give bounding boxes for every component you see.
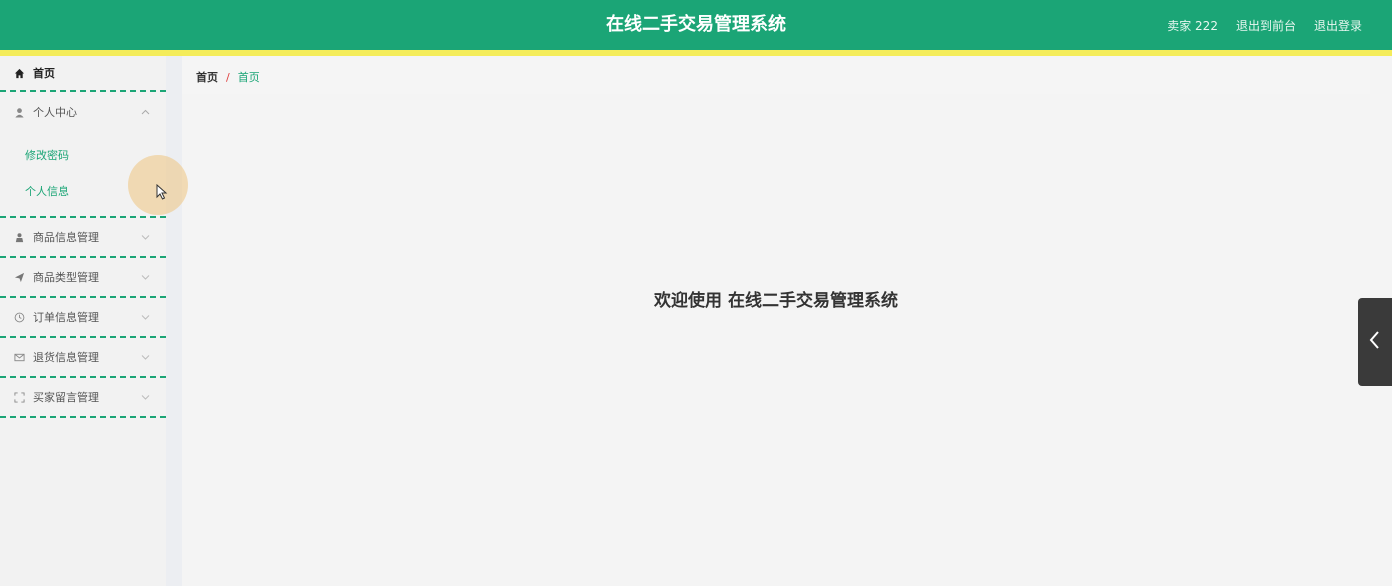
person-icon xyxy=(13,231,25,243)
sidebar-item-goods[interactable]: 商品信息管理 xyxy=(0,218,166,258)
welcome-message: 欢迎使用 在线二手交易管理系统 xyxy=(654,291,898,311)
sidebar: 首页 个人中心 修改密码 个人信息 商品信息管理 商品类型管理 订单信息管理 退… xyxy=(0,56,166,586)
breadcrumb-current: 首页 xyxy=(237,71,260,84)
sidebar-item-label: 退货信息管理 xyxy=(33,351,99,364)
clock-icon xyxy=(13,311,25,323)
logout-link[interactable]: 退出登录 xyxy=(1314,17,1362,34)
current-user: 卖家 222 xyxy=(1167,18,1218,33)
sidebar-item-label: 首页 xyxy=(33,67,55,80)
user-icon xyxy=(13,106,25,118)
chevron-up-icon xyxy=(140,107,150,117)
chevron-left-icon xyxy=(1369,330,1381,354)
chevron-down-icon xyxy=(140,312,150,322)
sidebar-item-orders[interactable]: 订单信息管理 xyxy=(0,298,166,338)
mail-icon xyxy=(13,351,25,363)
sidebar-item-label: 个人中心 xyxy=(33,106,77,119)
mouse-cursor-icon xyxy=(156,183,168,200)
sidebar-item-returns[interactable]: 退货信息管理 xyxy=(0,338,166,378)
sidebar-divider xyxy=(166,56,182,586)
header-actions: 卖家 222 退出到前台 退出登录 xyxy=(1167,0,1362,50)
sidebar-item-messages[interactable]: 买家留言管理 xyxy=(0,378,166,418)
sidebar-item-goods-type[interactable]: 商品类型管理 xyxy=(0,258,166,298)
sidebar-item-label: 商品信息管理 xyxy=(33,231,99,244)
sidebar-item-label: 商品类型管理 xyxy=(33,271,99,284)
header-stripe xyxy=(0,50,1392,56)
home-icon xyxy=(13,67,25,79)
chevron-down-icon xyxy=(140,232,150,242)
send-icon xyxy=(13,271,25,283)
sidebar-item-label: 订单信息管理 xyxy=(33,311,99,324)
main-content: 欢迎使用 在线二手交易管理系统 xyxy=(182,100,1370,586)
collapse-panel-button[interactable] xyxy=(1358,298,1392,386)
front-site-link[interactable]: 退出到前台 xyxy=(1236,17,1296,34)
sidebar-item-personal-center[interactable]: 个人中心 xyxy=(0,92,166,132)
sidebar-item-home[interactable]: 首页 xyxy=(0,56,166,92)
breadcrumb: 首页 / 首页 xyxy=(182,60,1370,94)
expand-icon xyxy=(13,391,25,403)
breadcrumb-home[interactable]: 首页 xyxy=(196,69,218,85)
chevron-down-icon xyxy=(140,392,150,402)
breadcrumb-separator: / xyxy=(226,70,230,84)
sidebar-item-label: 买家留言管理 xyxy=(33,391,99,404)
chevron-down-icon xyxy=(140,352,150,362)
chevron-down-icon xyxy=(140,272,150,282)
